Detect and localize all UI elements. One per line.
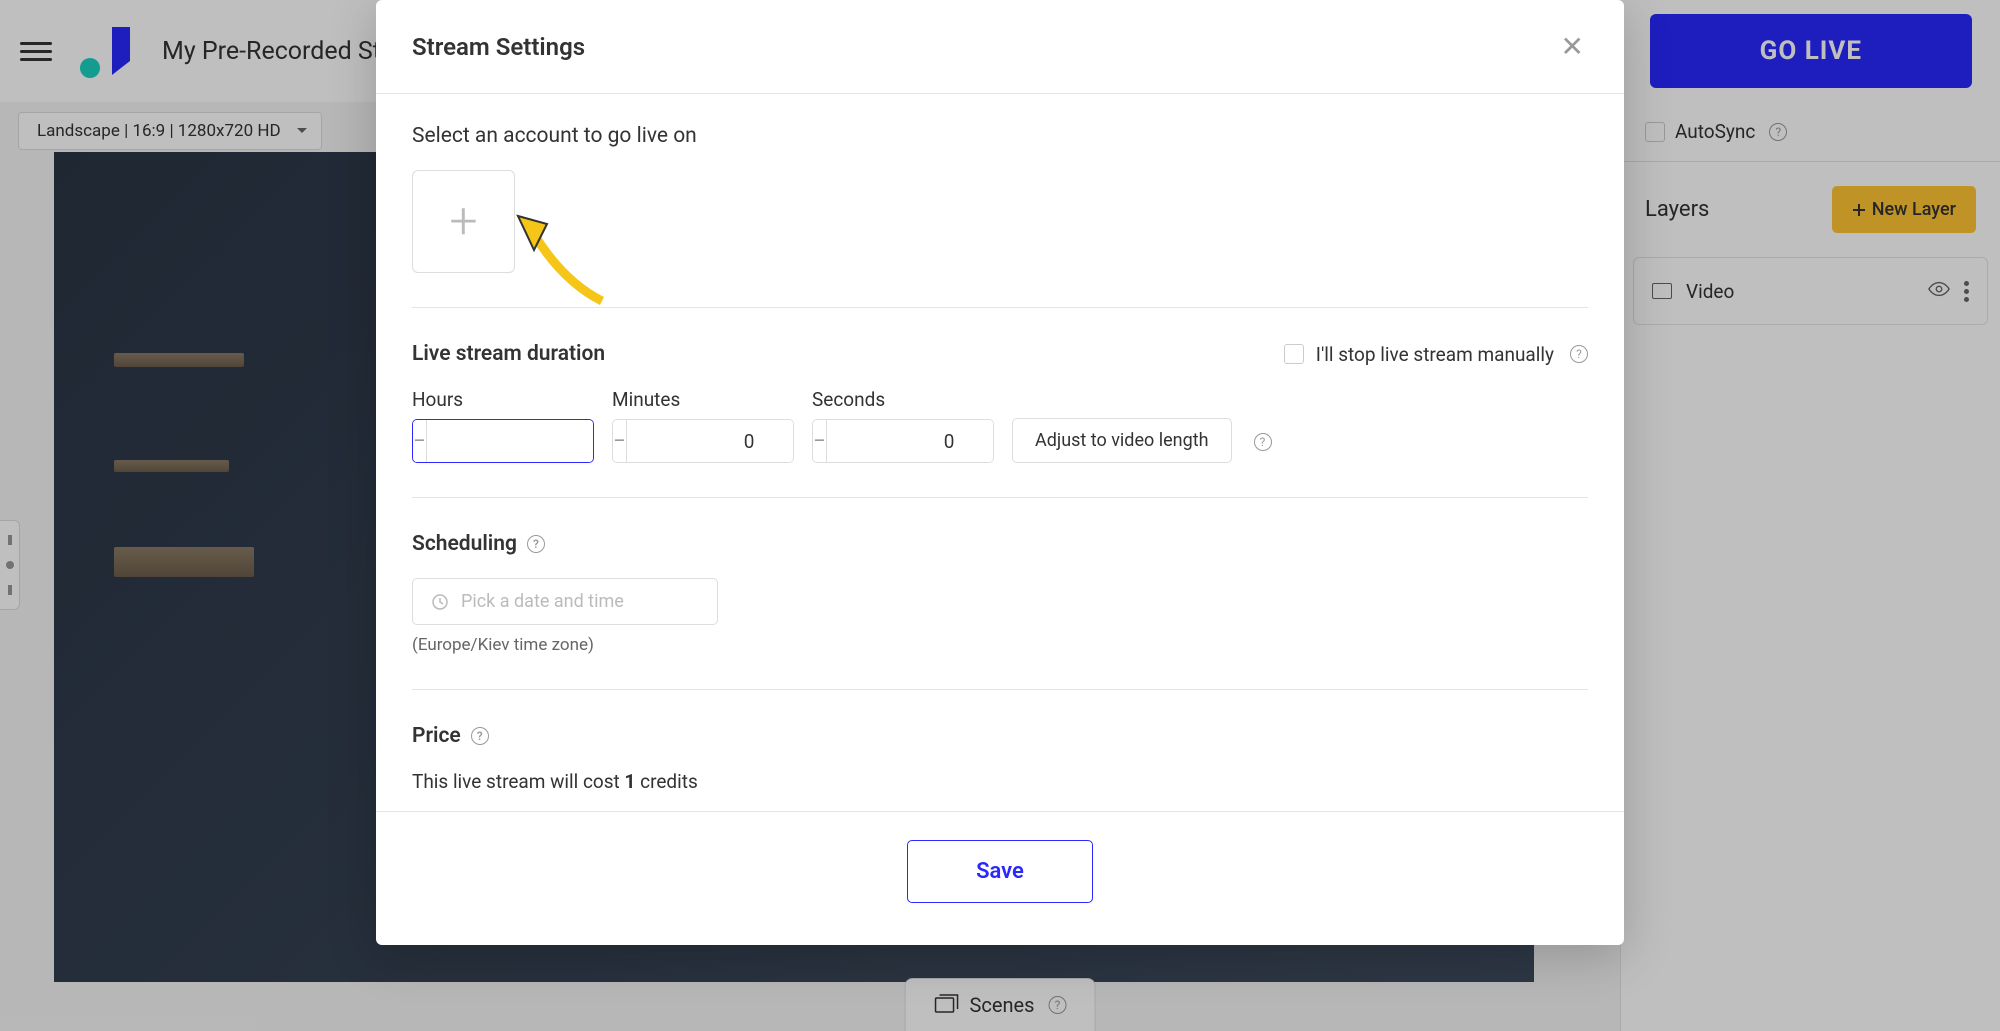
help-icon[interactable]: ? — [1570, 345, 1588, 363]
help-icon[interactable]: ? — [527, 535, 545, 553]
date-placeholder: Pick a date and time — [461, 591, 624, 612]
date-picker[interactable]: Pick a date and time — [412, 578, 718, 625]
add-account-button[interactable]: + — [412, 170, 515, 273]
manual-stop-row: I'll stop live stream manually ? — [1284, 343, 1588, 366]
scheduling-section-label: Scheduling ? — [412, 532, 1588, 556]
seconds-stepper: − + — [812, 419, 994, 463]
minutes-stepper: − + — [612, 419, 794, 463]
price-credits: 1 — [625, 770, 636, 793]
price-text: This live stream will cost 1 credits — [412, 770, 1588, 793]
manual-stop-checkbox[interactable] — [1284, 344, 1304, 364]
modal-title: Stream Settings — [412, 33, 585, 61]
modal-footer: Save — [376, 811, 1624, 945]
plus-icon: + — [449, 193, 477, 251]
seconds-decrement-button[interactable]: − — [813, 420, 827, 462]
help-icon[interactable]: ? — [1254, 433, 1272, 451]
help-icon[interactable]: ? — [471, 727, 489, 745]
clock-icon — [431, 593, 449, 611]
arrow-annotation-icon — [512, 206, 624, 314]
account-section-label: Select an account to go live on — [412, 124, 1588, 148]
hours-decrement-button[interactable]: − — [413, 420, 427, 462]
hours-input[interactable] — [427, 420, 594, 462]
duration-section-label: Live stream duration — [412, 342, 605, 366]
timezone-note: (Europe/Kiev time zone) — [412, 635, 1588, 655]
save-button[interactable]: Save — [907, 840, 1093, 903]
seconds-label: Seconds — [812, 388, 994, 411]
hours-label: Hours — [412, 388, 594, 411]
price-section-label: Price ? — [412, 724, 1588, 748]
minutes-decrement-button[interactable]: − — [613, 420, 627, 462]
modal-header: Stream Settings ✕ — [376, 0, 1624, 94]
hours-stepper: − + — [412, 419, 594, 463]
manual-stop-label: I'll stop live stream manually — [1316, 343, 1554, 366]
minutes-input[interactable] — [627, 420, 794, 462]
seconds-input[interactable] — [827, 420, 994, 462]
minutes-label: Minutes — [612, 388, 794, 411]
modal-overlay: Stream Settings ✕ Select an account to g… — [0, 0, 2000, 1031]
adjust-video-length-button[interactable]: Adjust to video length — [1012, 418, 1232, 463]
close-icon[interactable]: ✕ — [1557, 26, 1588, 67]
stream-settings-modal: Stream Settings ✕ Select an account to g… — [376, 0, 1624, 945]
